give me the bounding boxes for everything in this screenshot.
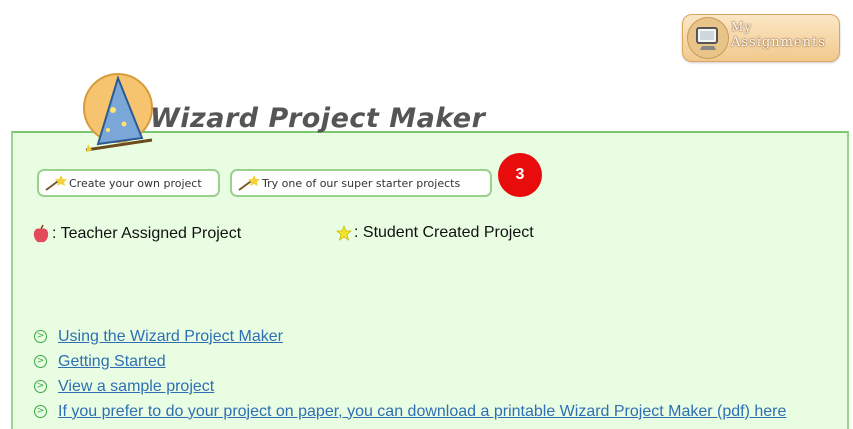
apple-icon [33,224,49,243]
link-using-wizard[interactable]: Using the Wizard Project Maker [58,328,283,346]
legend-student: : Student Created Project [336,224,534,242]
star-icon [336,225,352,241]
monitor-icon [687,17,729,59]
arrow-circle-icon: > [34,330,47,343]
magic-wand-icon [238,175,260,191]
create-own-project-label: Create your own project [69,176,202,190]
arrow-circle-icon: > [34,380,47,393]
legend-student-label: : Student Created Project [354,224,534,241]
link-download-pdf[interactable]: If you prefer to do your project on pape… [58,403,786,421]
link-getting-started[interactable]: Getting Started [58,353,166,371]
arrow-circle-icon: > [34,405,47,418]
legend-teacher: : Teacher Assigned Project [32,224,241,244]
starter-projects-button[interactable]: Try one of our super starter projects [230,169,492,197]
starter-projects-label: Try one of our super starter projects [262,176,461,190]
link-sample-project[interactable]: View a sample project [58,378,214,396]
magic-wand-icon [45,175,67,191]
arrow-circle-icon: > [34,355,47,368]
link-row: > If you prefer to do your project on pa… [34,399,786,424]
page-title: Wizard Project Maker [150,103,486,134]
my-assignments-button[interactable]: My Assignments [682,14,840,62]
help-links: > Using the Wizard Project Maker > Getti… [34,324,786,424]
create-own-project-button[interactable]: Create your own project [37,169,220,197]
link-row: > View a sample project [34,374,786,399]
link-row: > Using the Wizard Project Maker [34,324,786,349]
link-row: > Getting Started [34,349,786,374]
my-assignments-label: My Assignments [731,20,826,50]
step-badge: 3 [498,153,542,197]
legend-teacher-label: : Teacher Assigned Project [52,225,242,242]
